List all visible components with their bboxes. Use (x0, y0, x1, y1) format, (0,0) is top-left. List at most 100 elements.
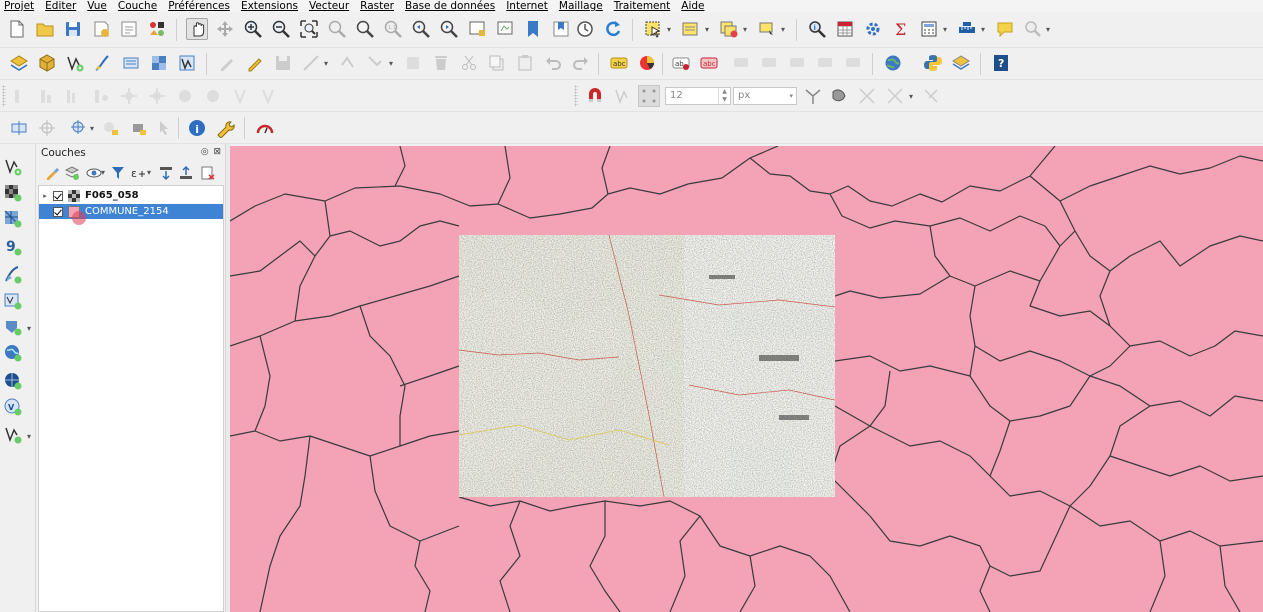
identify-features-icon[interactable]: i (806, 18, 828, 40)
pan-map-icon[interactable] (186, 18, 208, 40)
map-canvas[interactable] (230, 146, 1263, 612)
menu-projet[interactable]: Projet (4, 0, 34, 12)
temporal-controller-icon[interactable] (574, 18, 596, 40)
self-snapping-icon[interactable] (884, 85, 906, 107)
snapping-mode-icon[interactable] (612, 85, 634, 107)
vector-tile-dropdown-icon[interactable]: ▾ (27, 432, 31, 441)
expand-arrow-icon[interactable]: ▸ (39, 192, 51, 200)
help-contents-icon[interactable]: ? (990, 52, 1012, 74)
add-virtual-layer-side-icon[interactable] (2, 290, 24, 312)
deselect-features-icon[interactable] (718, 18, 740, 40)
filter-legend-icon[interactable] (109, 164, 127, 182)
zoom-full-icon[interactable] (298, 18, 320, 40)
rotate-feature-icon[interactable] (10, 85, 32, 107)
gauge-icon[interactable] (254, 117, 276, 139)
reshape-features-icon[interactable] (118, 85, 140, 107)
snapping-intersection-icon[interactable] (828, 85, 850, 107)
select-features-icon[interactable] (642, 18, 664, 40)
calculator-dropdown-icon[interactable]: ▾ (943, 25, 947, 34)
show-bookmarks-icon[interactable] (550, 18, 572, 40)
snapping-type-icon[interactable] (638, 85, 660, 107)
highlight-pinned-labels-icon[interactable]: ab (670, 52, 692, 74)
split-features-icon[interactable] (174, 85, 196, 107)
change-label-icon[interactable] (814, 52, 836, 74)
zoom-to-selection-icon[interactable] (326, 18, 348, 40)
menu-base-de-donnees[interactable]: Base de données (405, 0, 495, 12)
crosshair-icon[interactable] (36, 117, 58, 139)
menu-extensions[interactable]: Extensions (241, 0, 298, 12)
map-themes-dropdown-icon[interactable]: ▾ (101, 168, 105, 177)
menu-aide[interactable]: Aide (681, 0, 704, 12)
open-styling-panel-icon[interactable] (43, 164, 61, 182)
paste-features-icon[interactable] (514, 52, 536, 74)
decorations-icon[interactable] (68, 117, 90, 139)
new-shapefile-layer-icon[interactable] (64, 52, 86, 74)
panel-float-close-controls[interactable]: ◎ ⊠ (201, 147, 222, 157)
snapping-units-select[interactable]: px ▾ (733, 87, 797, 105)
new-3d-view-icon[interactable] (494, 18, 516, 40)
style-manager-icon[interactable] (146, 18, 168, 40)
plugin-manager-icon[interactable] (950, 52, 972, 74)
offset-curve-icon[interactable] (146, 85, 168, 107)
locked-annotation-icon[interactable] (128, 117, 150, 139)
pan-map-to-selection-icon[interactable] (8, 117, 30, 139)
merge-attributes-icon[interactable] (258, 85, 280, 107)
label-properties-icon[interactable] (842, 52, 864, 74)
new-geopackage-layer-icon[interactable] (36, 52, 58, 74)
menu-vue[interactable]: Vue (87, 0, 107, 12)
zoom-last-icon[interactable] (410, 18, 432, 40)
copy-features-icon[interactable] (486, 52, 508, 74)
snapping-magnet-icon[interactable] (584, 85, 606, 107)
measure-dropdown-icon[interactable]: ▾ (981, 25, 985, 34)
add-wfs-layer-icon[interactable] (2, 370, 24, 392)
zoom-in-icon[interactable] (242, 18, 264, 40)
locator-search-icon[interactable] (1022, 18, 1044, 40)
menu-vecteur[interactable]: Vecteur (309, 0, 349, 12)
add-delimited-text-icon[interactable]: 9 (2, 236, 24, 258)
filter-dropdown-icon[interactable]: ▾ (147, 168, 151, 177)
data-source-manager-icon[interactable] (8, 52, 30, 74)
label-toolbar-icon[interactable]: abc (608, 52, 630, 74)
add-wms-layer-icon[interactable] (2, 316, 24, 338)
save-project-icon[interactable] (62, 18, 84, 40)
layer-diagram-icon[interactable] (636, 52, 658, 74)
layer-visibility-checkbox[interactable] (53, 206, 63, 217)
add-group-icon[interactable] (63, 164, 81, 182)
add-raster-layer-icon[interactable] (148, 52, 170, 74)
save-edits-icon[interactable] (272, 52, 294, 74)
current-edits-icon[interactable] (216, 52, 238, 74)
menu-editer[interactable]: Editer (45, 0, 76, 12)
snap-to-grid-icon[interactable] (920, 85, 942, 107)
bookmark-icon[interactable] (522, 18, 544, 40)
rotate-label-icon[interactable] (786, 52, 808, 74)
open-project-icon[interactable] (34, 18, 56, 40)
add-feature-icon[interactable] (300, 52, 322, 74)
remove-layer-icon[interactable] (199, 164, 217, 182)
deselect-dropdown-icon[interactable]: ▾ (743, 25, 747, 34)
add-vector-layer-side-icon[interactable] (2, 156, 24, 178)
layer-visibility-checkbox[interactable] (53, 190, 63, 201)
select-pointer-icon[interactable] (154, 117, 176, 139)
new-project-icon[interactable] (6, 18, 28, 40)
menu-internet[interactable]: Internet (506, 0, 548, 12)
select-features-dropdown-icon[interactable]: ▾ (667, 25, 671, 34)
add-vector-tile-layer-icon[interactable] (2, 424, 24, 446)
pan-to-selection-icon[interactable] (214, 18, 236, 40)
new-print-layout-icon[interactable] (90, 18, 112, 40)
globe-plugin-icon[interactable] (882, 52, 904, 74)
redo-icon[interactable] (570, 52, 592, 74)
refresh-icon[interactable] (602, 18, 624, 40)
modify-dropdown-icon[interactable]: ▾ (389, 59, 393, 68)
zoom-to-layer-icon[interactable] (354, 18, 376, 40)
expand-all-icon[interactable] (157, 164, 175, 182)
measure-tool-icon[interactable] (956, 18, 978, 40)
filter-by-expression-icon[interactable]: ε (129, 164, 147, 182)
zoom-out-icon[interactable] (270, 18, 292, 40)
zoom-native-icon[interactable]: 1:1 (382, 18, 404, 40)
locator-dropdown-icon[interactable]: ▾ (1046, 25, 1050, 34)
toggle-editing-icon[interactable] (244, 52, 266, 74)
add-part-icon[interactable] (62, 85, 84, 107)
statistics-icon[interactable]: Σ (890, 18, 912, 40)
collapse-all-icon[interactable] (177, 164, 195, 182)
trace-icon[interactable] (856, 85, 878, 107)
